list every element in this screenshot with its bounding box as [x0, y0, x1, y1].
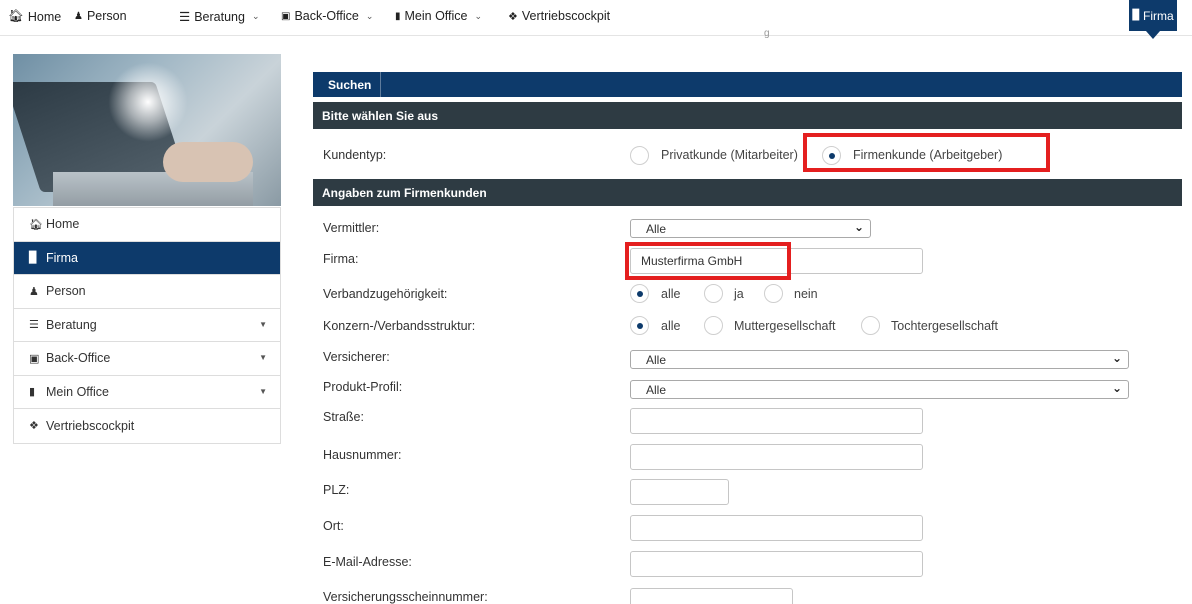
vsnr-row: Versicherungsscheinnummer: [313, 586, 1182, 604]
email-row: E-Mail-Adresse: [313, 551, 1182, 579]
sidebar-item-vertriebscockpit[interactable]: ❖ Vertriebscockpit [14, 409, 280, 443]
ort-input[interactable] [630, 515, 923, 541]
list-icon: ☰ [29, 319, 39, 332]
nav-person[interactable]: ♟ Person [74, 9, 127, 23]
nav-home[interactable]: 🏠︎ Home [8, 9, 61, 24]
highlight-firmenkunde [803, 133, 1050, 172]
kundentyp-label: Kundentyp: [323, 148, 387, 162]
radio-verband-nein[interactable] [764, 284, 783, 303]
hero-image [13, 54, 281, 206]
caret-down-icon: ▼ [259, 319, 267, 329]
ort-label: Ort: [323, 519, 344, 533]
briefcase-icon: ▣ [281, 10, 291, 22]
sidebar-item-home[interactable]: 🏠︎ Home [14, 208, 280, 242]
hands-illustration [163, 142, 253, 182]
top-navigation: 🏠︎ Home ♟ Person ☰ Beratung ⌄ ▣ Back-Off… [0, 0, 1192, 39]
radio-konzern-alle[interactable] [630, 316, 649, 335]
nav-beratung[interactable]: ☰ Beratung ⌄ [179, 9, 260, 25]
home-icon: 🏠︎ [29, 218, 43, 231]
vsnr-input[interactable] [630, 588, 793, 604]
versicherer-row: Versicherer: Alle ⌄ [313, 348, 1182, 372]
radio-privatkunde[interactable] [630, 146, 649, 165]
radio-verband-ja[interactable] [704, 284, 723, 303]
radio-verband-alle-label: alle [661, 287, 681, 301]
book-icon: ▮ [395, 10, 401, 22]
sidebar-menu: 🏠︎ Home ▉ Firma ♟ Person ☰ Beratung ▼ ▣ … [13, 207, 281, 444]
hausnummer-input[interactable] [630, 444, 923, 470]
firma-badge[interactable]: ▉ Firma [1129, 0, 1177, 31]
main-content: Suchen Bitte wählen Sie aus Kundentyp: P… [313, 72, 1182, 604]
info-icon: ❖ [29, 420, 39, 433]
strasse-row: Straße: [313, 408, 1182, 436]
versicherer-select[interactable]: Alle ⌄ [630, 350, 1129, 369]
versicherer-label: Versicherer: [323, 350, 390, 364]
tab-suchen[interactable]: Suchen [313, 72, 381, 97]
cloud-glow-illustration [108, 62, 188, 142]
book-icon: ▮ [29, 386, 36, 399]
badge-pointer [1146, 31, 1160, 39]
radio-verband-alle[interactable] [630, 284, 649, 303]
radio-konzern-mutter[interactable] [704, 316, 723, 335]
ort-row: Ort: [313, 515, 1182, 543]
plz-row: PLZ: [313, 479, 1182, 507]
nav-vertriebscockpit[interactable]: ❖ Vertriebscockpit [508, 9, 610, 23]
firma-label: Firma: [323, 252, 359, 266]
tab-bar: Suchen [313, 72, 1182, 97]
section-header-firmenkunde: Angaben zum Firmenkunden [313, 179, 1182, 206]
section-header-auswahl: Bitte wählen Sie aus [313, 102, 1182, 129]
chevron-down-icon: ⌄ [251, 11, 260, 21]
nav-backoffice[interactable]: ▣ Back-Office ⌄ [281, 9, 373, 23]
stray-text: g [764, 28, 770, 39]
radio-verband-ja-label: ja [734, 287, 744, 301]
hausnummer-row: Hausnummer: [313, 444, 1182, 472]
vermittler-label: Vermittler: [323, 221, 380, 235]
konzern-row: Konzern-/Verbandsstruktur: alle Mutterge… [313, 315, 1182, 339]
vermittler-row: Vermittler: Alle ⌄ [313, 217, 1182, 241]
chevron-down-icon: ⌄ [1111, 351, 1122, 365]
nav-meinoffice[interactable]: ▮ Mein Office ⌄ [395, 9, 482, 23]
sidebar-item-backoffice[interactable]: ▣ Back-Office ▼ [14, 342, 280, 376]
kundentyp-row: Kundentyp: Privatkunde (Mitarbeiter) Fir… [313, 140, 1182, 174]
caret-down-icon: ▼ [259, 386, 267, 396]
briefcase-icon: ▣ [29, 352, 40, 365]
radio-konzern-alle-label: alle [661, 319, 681, 333]
chevron-down-icon: ⌄ [853, 220, 864, 234]
konzern-label: Konzern-/Verbandsstruktur: [323, 319, 476, 333]
radio-konzern-tochter[interactable] [861, 316, 880, 335]
radio-konzern-tochter-label: Tochtergesellschaft [891, 319, 999, 333]
email-label: E-Mail-Adresse: [323, 555, 412, 569]
radio-konzern-mutter-label: Muttergesellschaft [734, 319, 836, 333]
sidebar-item-beratung[interactable]: ☰ Beratung ▼ [14, 309, 280, 342]
home-icon: 🏠︎ [8, 9, 24, 23]
strasse-label: Straße: [323, 410, 364, 424]
vermittler-select[interactable]: Alle ⌄ [630, 219, 871, 238]
sidebar-item-meinoffice[interactable]: ▮ Mein Office ▼ [14, 376, 280, 409]
factory-icon: ▉ [29, 252, 38, 265]
chevron-down-icon: ⌄ [365, 10, 374, 21]
chevron-down-icon: ⌄ [474, 10, 483, 21]
sidebar-item-firma[interactable]: ▉ Firma [14, 241, 280, 275]
produkt-label: Produkt-Profil: [323, 380, 403, 394]
plz-label: PLZ: [323, 483, 350, 497]
list-icon: ☰ [179, 10, 191, 24]
caret-down-icon: ▼ [259, 353, 267, 362]
chevron-down-icon: ⌄ [1111, 381, 1122, 395]
produkt-row: Produkt-Profil: Alle ⌄ [313, 378, 1182, 402]
person-icon: ♟ [74, 10, 83, 22]
highlight-firma-input [625, 242, 791, 280]
hausnummer-label: Hausnummer: [323, 448, 402, 462]
sidebar-item-person[interactable]: ♟ Person [14, 275, 280, 309]
radio-privatkunde-label: Privatkunde (Mitarbeiter) [661, 148, 798, 162]
factory-icon: ▉ [1132, 10, 1141, 21]
email-input[interactable] [630, 551, 923, 577]
strasse-input[interactable] [630, 408, 923, 434]
produkt-select[interactable]: Alle ⌄ [630, 380, 1129, 399]
person-icon: ♟ [29, 285, 39, 298]
radio-verband-nein-label: nein [794, 287, 818, 301]
info-icon: ❖ [508, 10, 518, 23]
verband-row: Verbandzugehörigkeit: alle ja nein [313, 283, 1182, 307]
vsnr-label: Versicherungsscheinnummer: [323, 590, 488, 604]
verband-label: Verbandzugehörigkeit: [323, 287, 448, 301]
plz-input[interactable] [630, 479, 729, 505]
